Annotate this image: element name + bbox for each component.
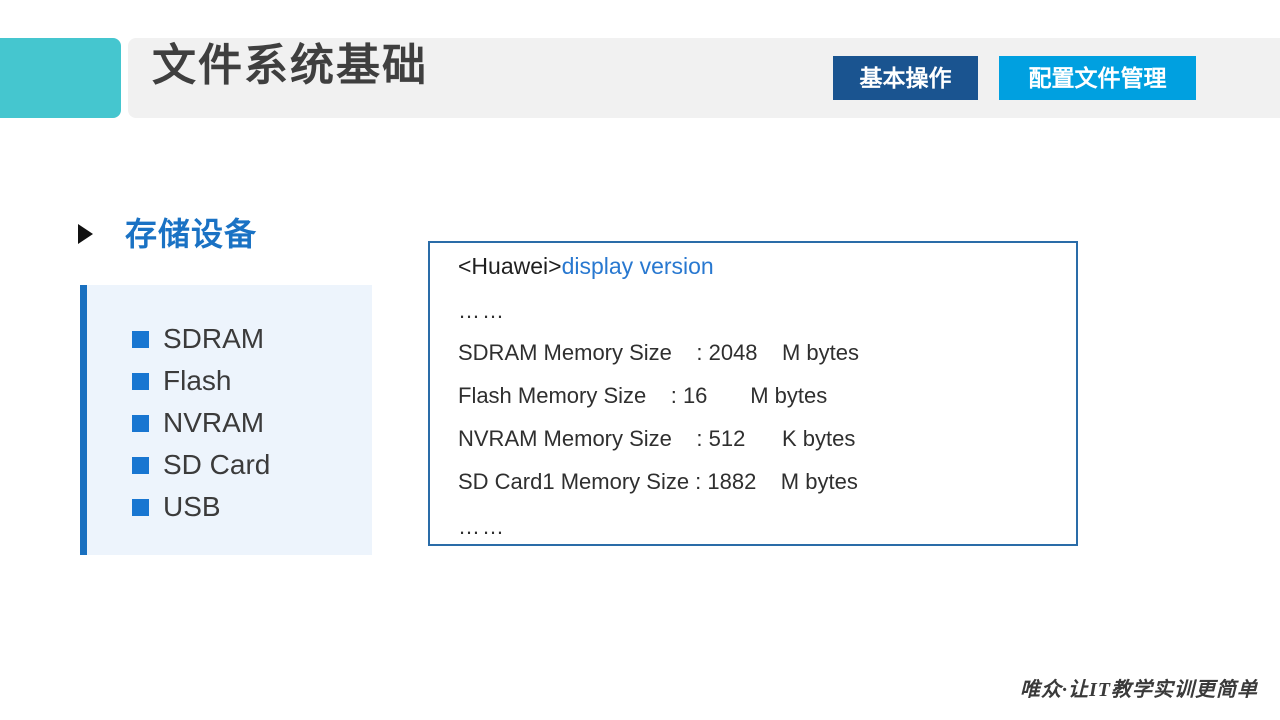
cli-command-text: display version <box>561 253 714 279</box>
storage-devices-list: SDRAM Flash NVRAM SD Card USB <box>132 318 372 528</box>
page-title: 文件系统基础 <box>152 41 428 90</box>
square-bullet-icon <box>132 498 149 516</box>
list-item-label: SD Card <box>163 449 271 480</box>
square-bullet-icon <box>132 372 149 390</box>
tab-config-file-management[interactable]: 配置文件管理 <box>999 56 1196 100</box>
cli-prompt: <Huawei> <box>458 253 562 279</box>
list-item-label: NVRAM <box>163 407 265 438</box>
list-item: Flash <box>132 360 372 402</box>
tab-basic-operations[interactable]: 基本操作 <box>833 56 978 100</box>
list-item-label: Flash <box>163 365 232 396</box>
cli-output-line: SD Card1 Memory Size : 1882 M bytes <box>458 469 858 494</box>
header-accent-block <box>0 38 121 118</box>
list-item: USB <box>132 486 372 528</box>
square-bullet-icon <box>132 330 149 348</box>
list-item: NVRAM <box>132 402 372 444</box>
list-item: SD Card <box>132 444 372 486</box>
list-item: SDRAM <box>132 318 372 360</box>
list-item-label: USB <box>163 491 221 522</box>
triangle-bullet-icon <box>78 224 93 244</box>
cli-output-line: NVRAM Memory Size : 512 K bytes <box>458 426 856 451</box>
cli-output-line: Flash Memory Size : 16 M bytes <box>458 383 828 408</box>
cli-output-line: SDRAM Memory Size : 2048 M bytes <box>458 340 860 365</box>
section-heading: 存储设备 <box>125 216 258 252</box>
cli-command-line: <Huawei>display version <box>458 255 714 278</box>
footer-slogan: 唯众·让IT教学实训更简单 <box>1020 679 1258 701</box>
list-item-label: SDRAM <box>163 323 265 354</box>
cli-output-line: …… <box>458 514 506 539</box>
square-bullet-icon <box>132 456 149 474</box>
cli-output-line: …… <box>458 298 506 323</box>
square-bullet-icon <box>132 414 149 432</box>
storage-devices-heading-row: 存储设备 <box>78 218 257 250</box>
